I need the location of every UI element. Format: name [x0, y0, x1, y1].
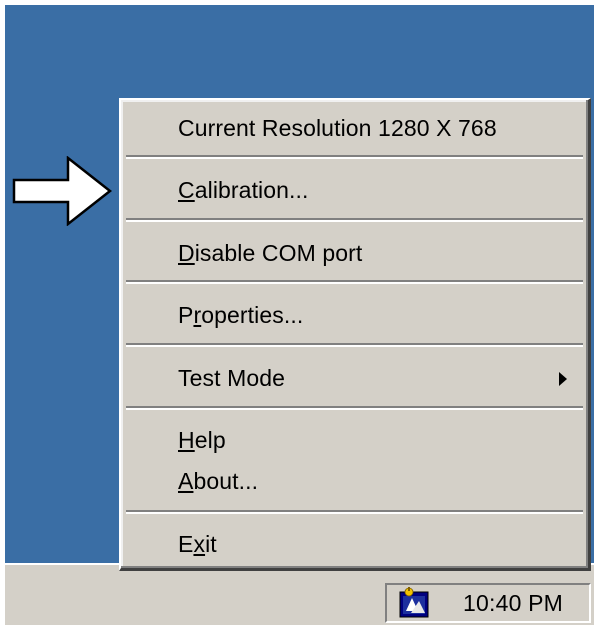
menu-item-disable-com-port[interactable]: Disable COM port	[121, 232, 588, 272]
mnemonic-letter: D	[178, 240, 195, 266]
system-tray: 10:40 PM	[385, 583, 591, 623]
disable-com-port-label: Disable COM port	[178, 240, 362, 267]
menu-separator	[126, 343, 583, 347]
tray-context-menu: Current Resolution 1280 X 768 Calibratio…	[119, 98, 591, 571]
label-text: alibration...	[194, 177, 309, 203]
menu-item-properties[interactable]: Properties...	[121, 294, 588, 334]
label-text: operties...	[201, 302, 304, 328]
menu-separator	[126, 218, 583, 222]
mnemonic-letter: C	[178, 177, 195, 203]
test-mode-label: Test Mode	[178, 365, 286, 391]
label-text: P	[178, 302, 194, 328]
menu-item-exit[interactable]: Exit	[121, 523, 588, 563]
menu-item-about[interactable]: About...	[121, 460, 588, 500]
label-text: isable COM port	[194, 240, 363, 266]
label-text: bout...	[193, 468, 259, 494]
submenu-arrow-icon	[559, 372, 567, 386]
menu-item-test-mode[interactable]: Test Mode	[121, 357, 588, 397]
touchscreen-utility-icon[interactable]	[397, 587, 431, 619]
menu-separator	[126, 406, 583, 410]
label-text: E	[178, 531, 194, 557]
exit-label: Exit	[178, 531, 217, 558]
mnemonic-letter: H	[178, 427, 195, 453]
menu-item-current-resolution: Current Resolution 1280 X 768	[121, 107, 588, 147]
menu-item-calibration[interactable]: Calibration...	[121, 169, 588, 209]
help-label: Help	[178, 427, 226, 454]
calibration-label: Calibration...	[178, 177, 309, 204]
label-text: it	[205, 531, 217, 557]
current-resolution-label: Current Resolution 1280 X 768	[178, 115, 497, 141]
taskbar: 10:40 PM	[5, 563, 594, 625]
menu-separator	[126, 155, 583, 159]
mnemonic-letter: x	[193, 531, 206, 557]
menu-item-help[interactable]: Help	[121, 419, 588, 459]
about-label: About...	[178, 468, 258, 495]
properties-label: Properties...	[178, 302, 303, 329]
menu-separator	[126, 510, 583, 514]
clock[interactable]: 10:40 PM	[463, 590, 563, 617]
menu-separator	[126, 280, 583, 284]
label-text: elp	[194, 427, 226, 453]
white-arrow-right-icon	[12, 156, 113, 226]
mnemonic-letter: A	[178, 468, 194, 494]
